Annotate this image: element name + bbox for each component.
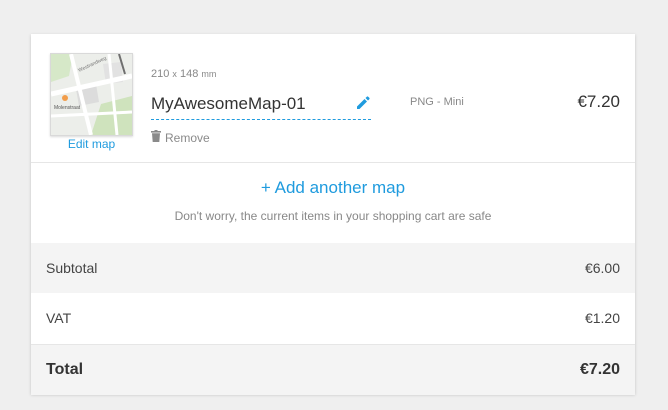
edit-map-link[interactable]: Edit map xyxy=(50,137,133,151)
subtotal-label: Subtotal xyxy=(46,260,98,276)
total-row: Total €7.20 xyxy=(31,344,635,395)
total-value: €7.20 xyxy=(579,361,620,378)
map-thumbnail[interactable]: Westrandweg Molenstraat xyxy=(50,53,133,136)
map-name-field xyxy=(151,91,371,120)
subtotal-value: €6.00 xyxy=(584,260,620,276)
remove-label: Remove xyxy=(165,130,210,145)
total-label: Total xyxy=(46,361,84,378)
item-price: €7.20 xyxy=(577,92,620,111)
shopping-cart-card: Westrandweg Molenstraat Edit map 210 x 1… xyxy=(31,34,635,395)
vat-row: VAT €1.20 xyxy=(31,293,635,343)
remove-button[interactable]: Remove xyxy=(151,130,210,145)
map-format: PNG - Mini xyxy=(410,96,464,108)
vat-label: VAT xyxy=(46,310,72,326)
vat-value: €1.20 xyxy=(584,310,620,326)
cart-safe-note: Don't worry, the current items in your s… xyxy=(174,209,492,223)
add-another-map-button[interactable]: + Add another map xyxy=(31,178,635,198)
pencil-icon[interactable] xyxy=(355,95,371,111)
map-dimensions: 210 x 148 mm xyxy=(151,68,217,80)
thumb-place-label: Molenstraat xyxy=(54,105,81,111)
cart-item: Westrandweg Molenstraat Edit map 210 x 1… xyxy=(31,34,635,163)
subtotal-row: Subtotal €6.00 xyxy=(31,243,635,293)
trash-icon xyxy=(151,130,161,145)
map-name-input[interactable] xyxy=(151,94,347,114)
